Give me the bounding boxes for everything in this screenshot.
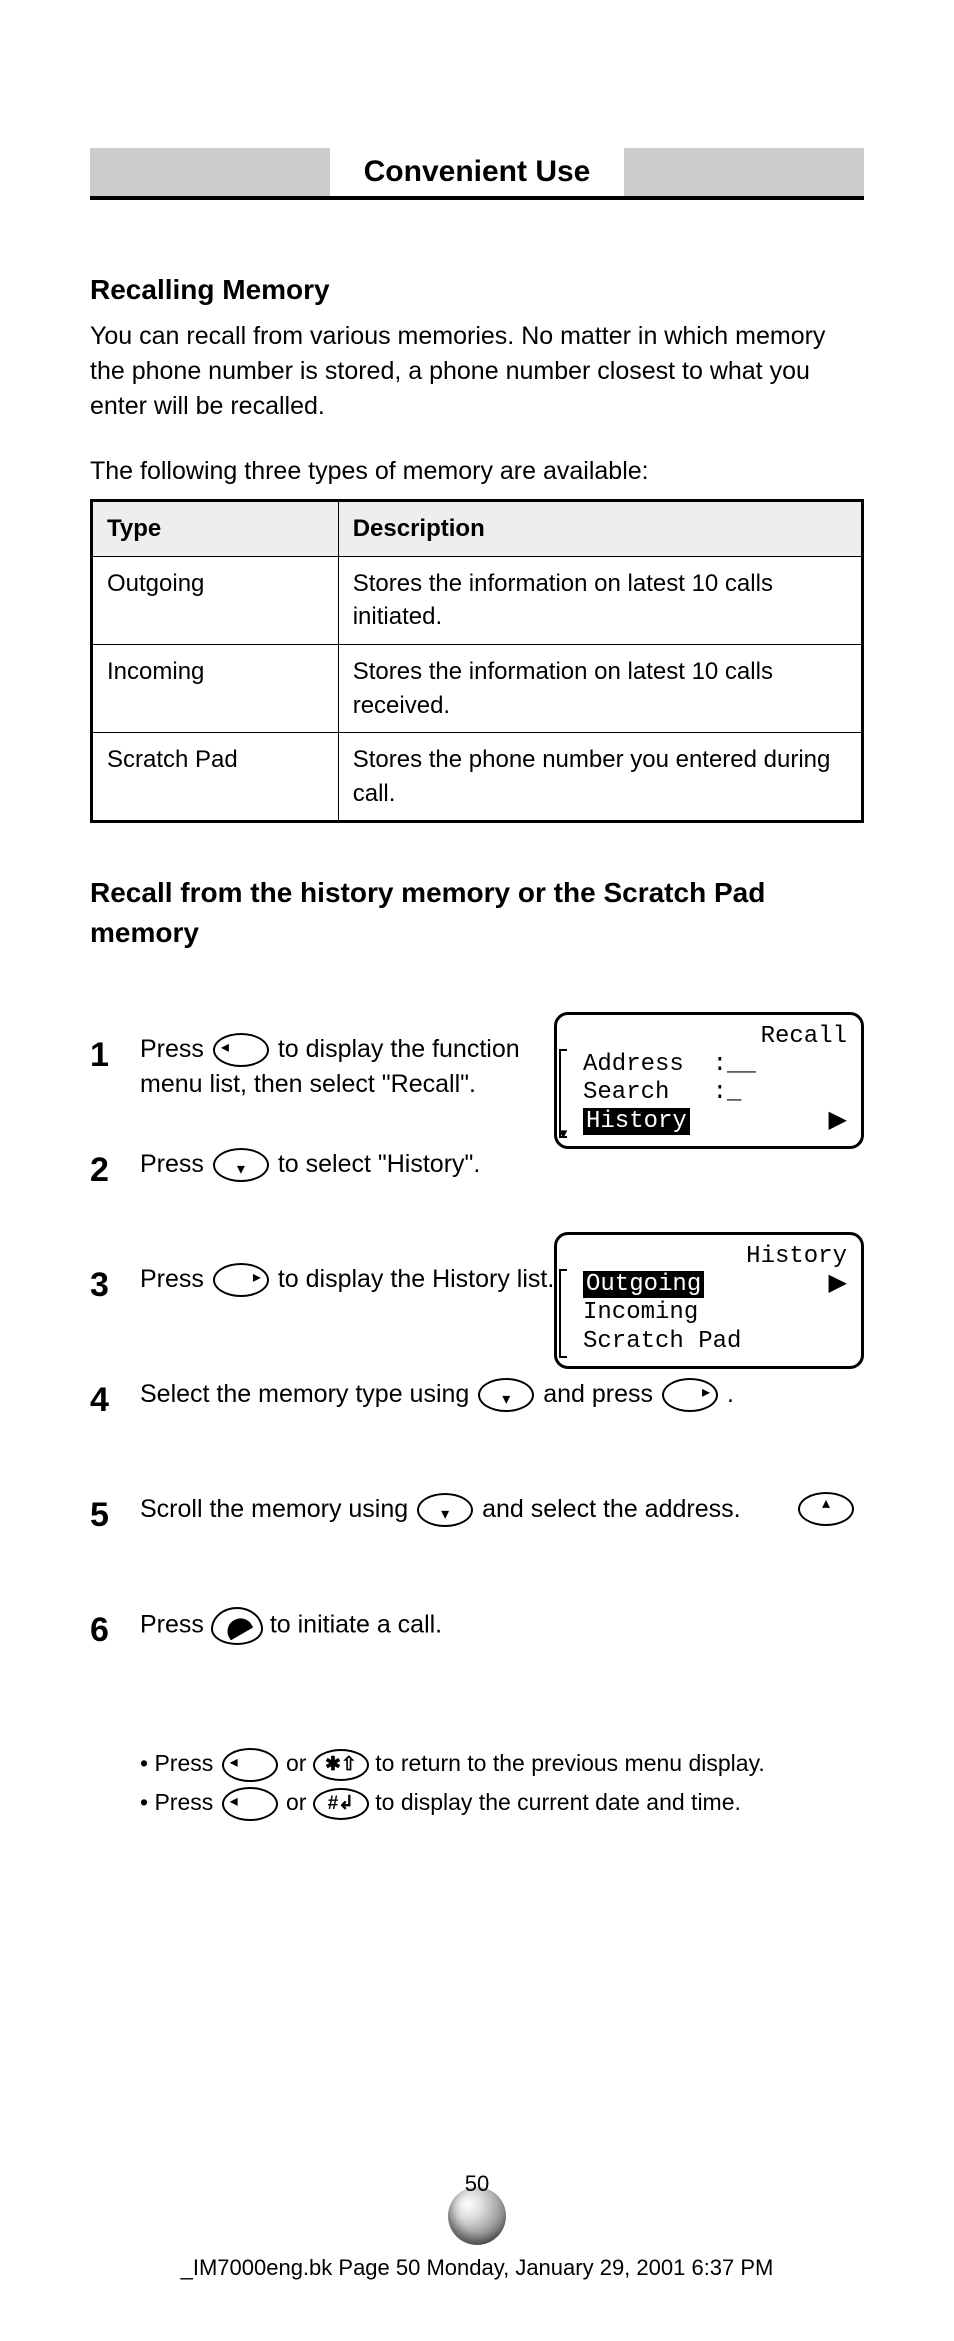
down-arrow-button-icon: [478, 1378, 534, 1412]
right-arrow-button-icon: [213, 1263, 269, 1297]
page-footer: 50 _IM7000eng.bk Page 50 Monday, January…: [90, 2171, 864, 2341]
left-arrow-button-icon: [213, 1033, 269, 1067]
table-intro: The following three types of memory are …: [90, 454, 864, 489]
tab-right-decoration: [624, 148, 864, 196]
note-text: to display the current date and time.: [375, 1789, 741, 1815]
step-text: to display the History list.: [278, 1265, 555, 1293]
down-arrow-button-icon: [417, 1493, 473, 1527]
step-text: to select "History".: [278, 1150, 481, 1178]
call-button-icon: [211, 1607, 263, 1645]
table-cell-type: Incoming: [92, 644, 339, 732]
table-cell-desc: Stores the phone number you entered duri…: [338, 733, 862, 822]
down-arrow-button-icon: [213, 1148, 269, 1182]
section-heading-recalling: Recalling Memory: [90, 270, 864, 309]
table-header-type: Type: [92, 501, 339, 557]
table-header-desc: Description: [338, 501, 862, 557]
step-number: 3: [90, 1262, 109, 1310]
tab-title: Convenient Use: [330, 148, 624, 196]
up-arrow-button-icon: [798, 1492, 854, 1526]
note-item: • Press or ✱⇧ to return to the previous …: [140, 1747, 864, 1782]
note-text: • Press: [140, 1789, 220, 1815]
note-text: to return to the previous menu display.: [375, 1750, 765, 1776]
table-row: Scratch Pad Stores the phone number you …: [92, 733, 863, 822]
table-cell-desc: Stores the information on latest 10 call…: [338, 644, 862, 732]
step-number: 4: [90, 1377, 109, 1425]
note-text: • Press: [140, 1750, 220, 1776]
table-cell-type: Outgoing: [92, 556, 339, 644]
step-text: Select the memory type using: [140, 1380, 476, 1408]
table-cell-type: Scratch Pad: [92, 733, 339, 822]
right-arrow-button-icon: [662, 1378, 718, 1412]
step-text: and press: [543, 1380, 660, 1408]
step-number: 1: [90, 1032, 109, 1080]
intro-paragraph: You can recall from various memories. No…: [90, 319, 864, 424]
table-row: Outgoing Stores the information on lates…: [92, 556, 863, 644]
page-tab-bar: Convenient Use: [90, 130, 864, 200]
step-text: to initiate a call.: [270, 1610, 442, 1638]
step-text: Press: [140, 1265, 211, 1293]
table-cell-desc: Stores the information on latest 10 call…: [338, 556, 862, 644]
step-text: and select the address.: [482, 1495, 741, 1523]
tab-left-decoration: [90, 148, 330, 196]
left-arrow-button-icon: [222, 1748, 278, 1782]
footer-filename: _IM7000eng.bk Page 50 Monday, January 29…: [90, 2255, 864, 2281]
left-arrow-button-icon: [222, 1787, 278, 1821]
note-text: or: [286, 1789, 313, 1815]
step-number: 2: [90, 1147, 109, 1195]
star-key-icon: ✱⇧: [313, 1749, 369, 1781]
step-text: Press: [140, 1035, 211, 1063]
step-text: Press: [140, 1150, 211, 1178]
note-item: • Press or #↲ to display the current dat…: [140, 1786, 864, 1821]
procedure-heading: Recall from the history memory or the Sc…: [90, 873, 864, 951]
step-text: .: [727, 1380, 734, 1408]
table-row: Incoming Stores the information on lates…: [92, 644, 863, 732]
step-text: Scroll the memory using: [140, 1495, 415, 1523]
note-text: or: [286, 1750, 313, 1776]
step-text: Press: [140, 1610, 211, 1638]
step-number: 5: [90, 1492, 109, 1540]
page-number: 50: [90, 2171, 864, 2197]
step-number: 6: [90, 1607, 109, 1655]
hash-key-icon: #↲: [313, 1788, 369, 1820]
memory-types-table: Type Description Outgoing Stores the inf…: [90, 499, 864, 823]
